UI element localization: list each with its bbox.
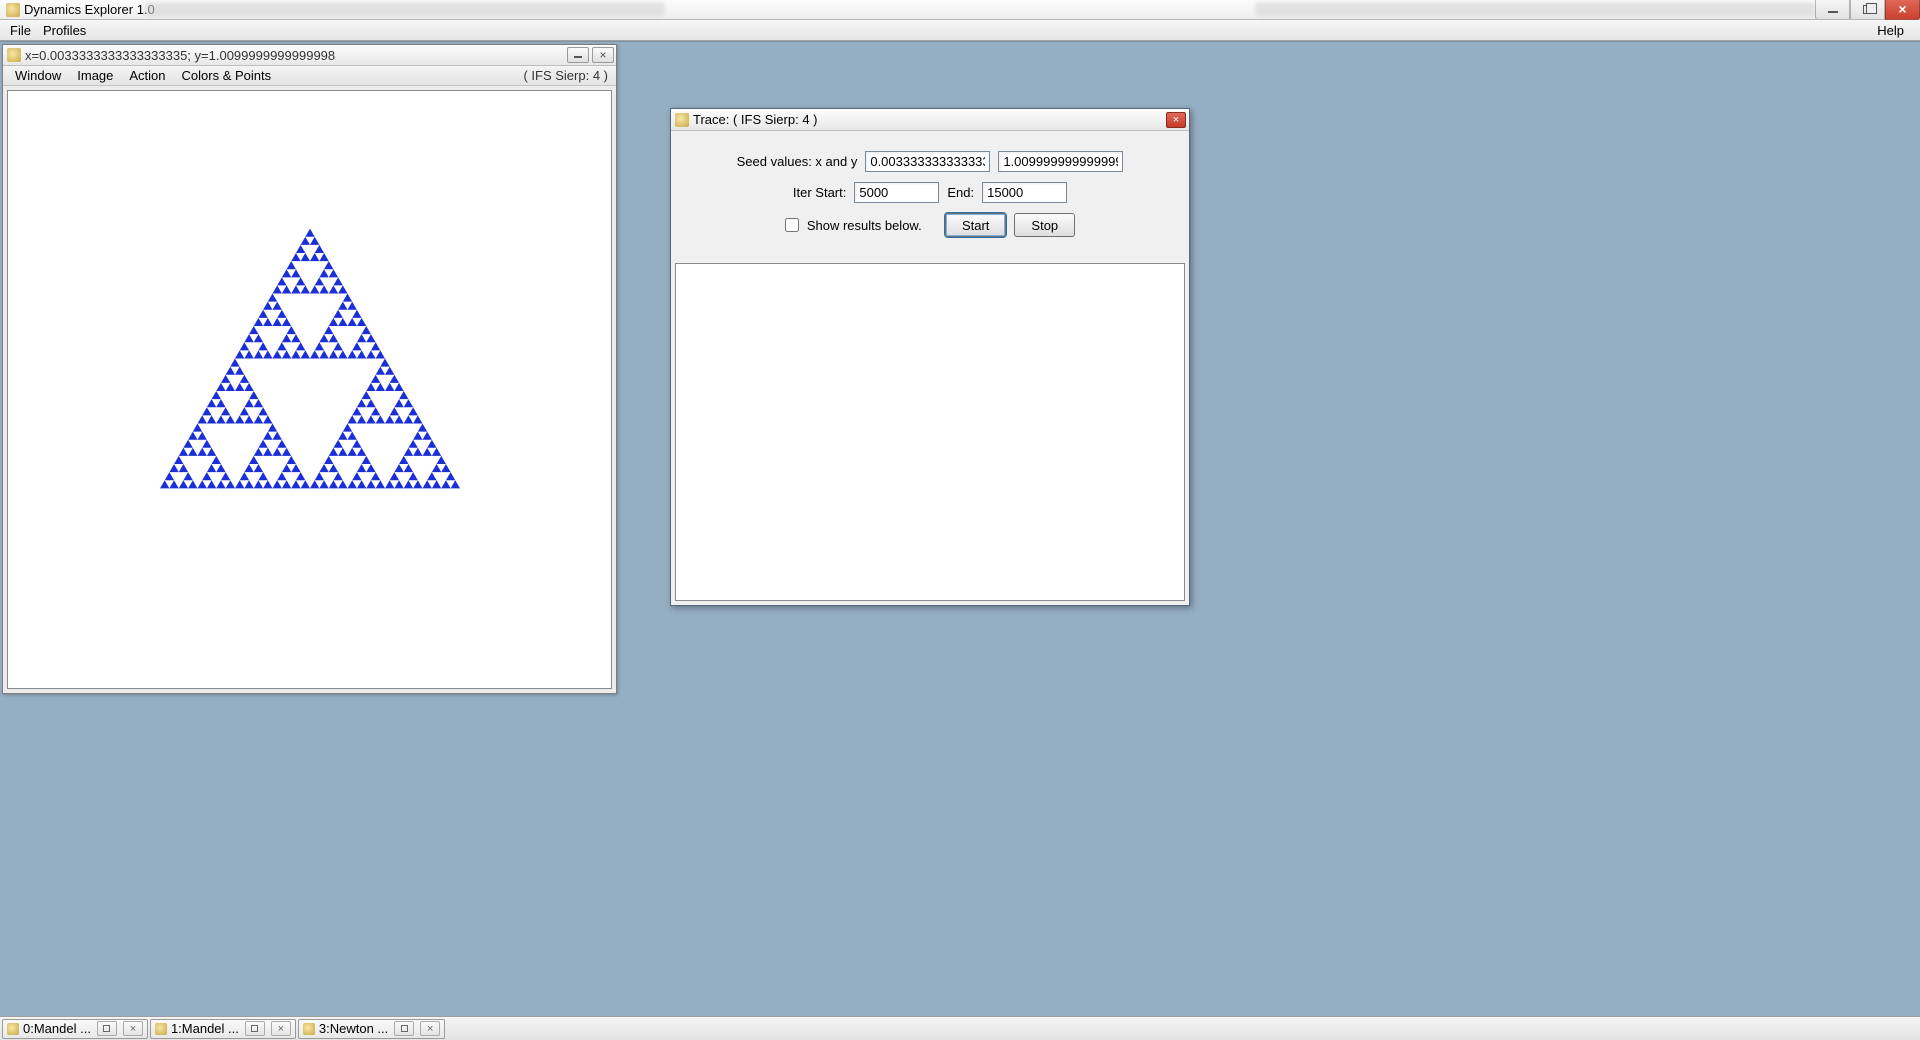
- trace-dialog-body: Seed values: x and y Iter Start: End: Sh…: [671, 131, 1189, 257]
- iter-start-label: Iter Start:: [793, 185, 846, 200]
- show-results-checkbox[interactable]: [785, 218, 799, 232]
- menu-colors[interactable]: Colors & Points: [174, 67, 280, 84]
- show-results-label: Show results below.: [807, 218, 922, 233]
- trace-results-area: [675, 263, 1185, 601]
- iter-start-input[interactable]: [854, 182, 939, 203]
- app-title: Dynamics Explorer 1.0: [24, 2, 155, 17]
- menu-file[interactable]: File: [4, 21, 37, 40]
- menu-action[interactable]: Action: [121, 67, 173, 84]
- task-restore-button[interactable]: [394, 1021, 414, 1036]
- fractal-window-titlebar[interactable]: x=0.0033333333333333335; y=1.00999999999…: [3, 45, 616, 66]
- window-icon: [7, 48, 21, 62]
- os-titlebar: Dynamics Explorer 1.0 ×: [0, 0, 1920, 20]
- child-close-button[interactable]: ×: [592, 47, 614, 63]
- window-icon: [303, 1023, 315, 1035]
- task-close-button[interactable]: ×: [420, 1021, 440, 1036]
- fractal-badge: ( IFS Sierp: 4 ): [523, 68, 608, 83]
- trace-dialog-title: Trace: ( IFS Sierp: 4 ): [693, 112, 818, 127]
- seed-values-label: Seed values: x and y: [737, 154, 858, 169]
- app-icon: [6, 3, 20, 17]
- start-button[interactable]: Start: [945, 213, 1006, 237]
- dialog-icon: [675, 113, 689, 127]
- fractal-canvas[interactable]: [7, 90, 612, 689]
- menu-profiles[interactable]: Profiles: [37, 21, 92, 40]
- sierpinski-fractal: [160, 208, 460, 511]
- stop-button[interactable]: Stop: [1014, 213, 1075, 237]
- window-icon: [155, 1023, 167, 1035]
- taskbar-item-label: 0:Mandel ...: [23, 1021, 91, 1036]
- background-blur: [145, 2, 665, 17]
- window-minimize-button[interactable]: [1815, 0, 1850, 20]
- trace-dialog: Trace: ( IFS Sierp: 4 ) × Seed values: x…: [670, 108, 1190, 606]
- mdi-area: x=0.0033333333333333335; y=1.00999999999…: [0, 41, 1920, 1016]
- seed-x-input[interactable]: [865, 151, 990, 172]
- taskbar: 0:Mandel ... × 1:Mandel ... × 3:Newton .…: [0, 1016, 1920, 1040]
- taskbar-item-label: 1:Mandel ...: [171, 1021, 239, 1036]
- end-label: End:: [947, 185, 974, 200]
- fractal-window: x=0.0033333333333333335; y=1.00999999999…: [2, 44, 617, 694]
- app-menubar: File Profiles Help: [0, 20, 1920, 41]
- task-close-button[interactable]: ×: [271, 1021, 291, 1036]
- child-minimize-button[interactable]: [567, 47, 589, 63]
- background-blur: [1255, 2, 1815, 17]
- taskbar-item-label: 3:Newton ...: [319, 1021, 388, 1036]
- window-close-button[interactable]: ×: [1885, 0, 1920, 20]
- taskbar-item[interactable]: 0:Mandel ... ×: [2, 1019, 148, 1039]
- seed-y-input[interactable]: [998, 151, 1123, 172]
- trace-dialog-close-button[interactable]: ×: [1166, 112, 1186, 128]
- fractal-window-menubar: Window Image Action Colors & Points ( IF…: [3, 66, 616, 86]
- task-close-button[interactable]: ×: [123, 1021, 143, 1036]
- window-restore-button[interactable]: [1850, 0, 1885, 20]
- menu-window[interactable]: Window: [7, 67, 69, 84]
- taskbar-item[interactable]: 1:Mandel ... ×: [150, 1019, 296, 1039]
- iter-end-input[interactable]: [982, 182, 1067, 203]
- task-restore-button[interactable]: [245, 1021, 265, 1036]
- trace-dialog-titlebar[interactable]: Trace: ( IFS Sierp: 4 ) ×: [671, 109, 1189, 131]
- window-icon: [7, 1023, 19, 1035]
- fractal-window-title: x=0.0033333333333333335; y=1.00999999999…: [25, 48, 335, 63]
- menu-help[interactable]: Help: [1871, 21, 1910, 40]
- taskbar-item[interactable]: 3:Newton ... ×: [298, 1019, 445, 1039]
- menu-image[interactable]: Image: [69, 67, 121, 84]
- task-restore-button[interactable]: [97, 1021, 117, 1036]
